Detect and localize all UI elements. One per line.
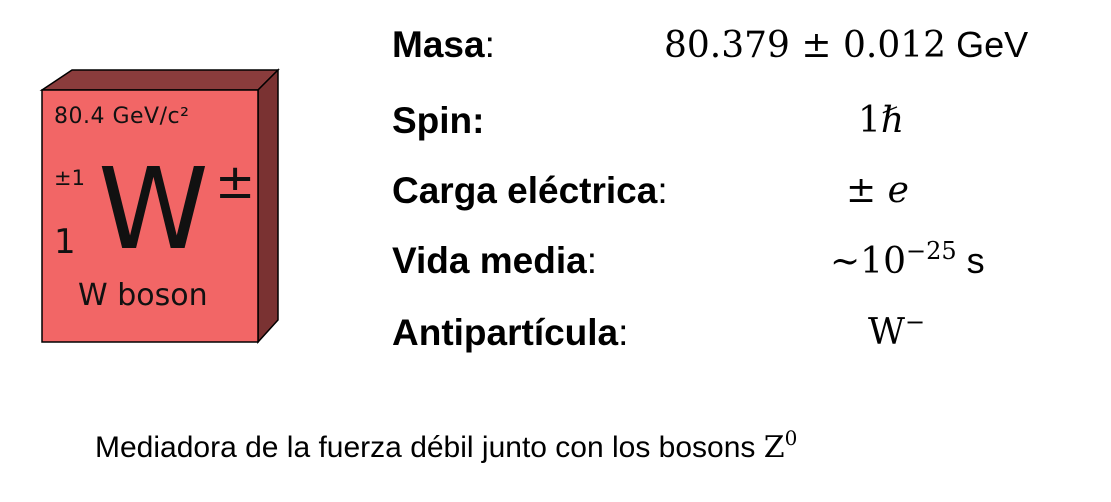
property-value: 80.379 ± 0.012 GeV xyxy=(664,24,1029,66)
card-spin-label: 1 xyxy=(54,222,76,262)
w-boson-card: 80.4 GeV/c² ±1 1 W ± W boson xyxy=(30,62,290,352)
property-label: Masa: xyxy=(392,24,495,65)
card-symbol-superscript: ± xyxy=(215,154,256,210)
card-top-face xyxy=(39,69,280,91)
card-symbol: W xyxy=(98,145,209,275)
card-side-face xyxy=(257,68,279,344)
property-value: W− xyxy=(868,308,926,353)
property-label: Vida media: xyxy=(392,240,597,281)
card-name-label: W boson xyxy=(78,278,208,313)
property-value: 1ℏ xyxy=(858,100,905,141)
card-mass-label: 80.4 GeV/c² xyxy=(54,104,190,129)
property-label: Spin: xyxy=(392,100,485,141)
card-charge-label: ±1 xyxy=(54,166,85,190)
property-value: ~10−25 s xyxy=(830,237,985,282)
property-label: Carga eléctrica: xyxy=(392,170,668,211)
property-value: ± e xyxy=(846,170,909,211)
footer-caption: Mediadora de la fuerza débil junto con l… xyxy=(95,426,798,465)
property-label: Antipartícula: xyxy=(392,312,629,353)
